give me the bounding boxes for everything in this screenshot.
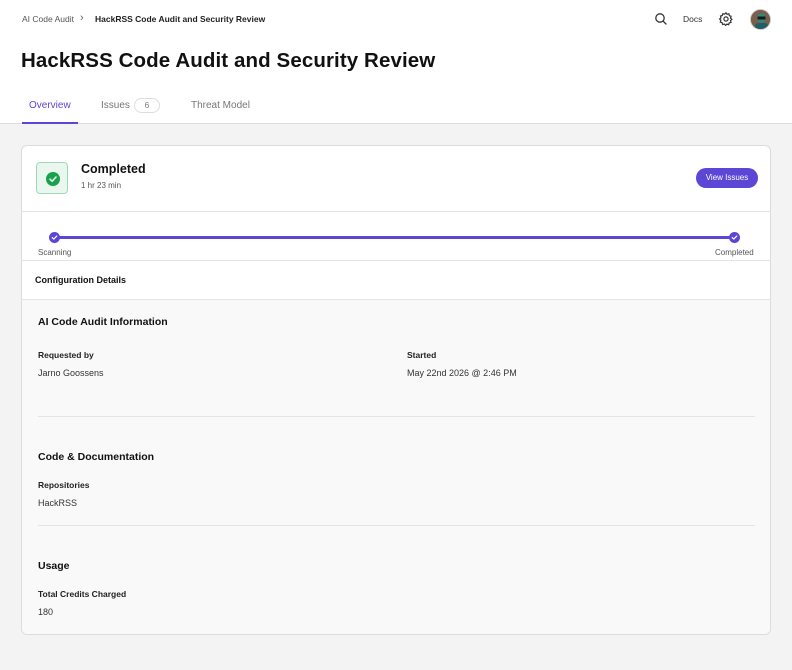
section-divider (38, 416, 755, 417)
status-icon-box (36, 162, 68, 194)
audit-status-card: Completed 1 hr 23 min View Issues Scanni… (21, 145, 771, 635)
docs-link[interactable]: Docs (683, 14, 702, 24)
progress-end-label: Completed (715, 248, 754, 257)
tab-overview[interactable]: Overview (29, 100, 71, 111)
progress-step-check-icon (729, 232, 740, 243)
credits-label: Total Credits Charged (38, 589, 127, 599)
status-title: Completed (81, 162, 146, 176)
check-circle-icon (46, 172, 60, 186)
top-bar: AI Code Audit › HackRSS Code Audit and S… (0, 0, 792, 38)
requested-by-label: Requested by (38, 350, 94, 360)
audit-info-title: AI Code Audit Information (38, 316, 168, 328)
search-icon[interactable] (653, 11, 669, 27)
header-region: AI Code Audit › HackRSS Code Audit and S… (0, 0, 792, 124)
configuration-details-title[interactable]: Configuration Details (35, 275, 126, 285)
code-docs-title: Code & Documentation (38, 451, 155, 463)
repositories-label: Repositories (38, 480, 90, 490)
divider (22, 211, 770, 212)
requested-by-value: Jarno Goossens (38, 368, 104, 378)
tab-bar: Overview Issues 6 Threat Model (0, 96, 792, 124)
divider (22, 260, 770, 261)
avatar[interactable] (750, 9, 771, 30)
gear-icon[interactable] (718, 11, 734, 27)
section-divider (38, 525, 755, 526)
breadcrumb-parent[interactable]: AI Code Audit (22, 14, 74, 24)
progress-start-label: Scanning (38, 248, 72, 257)
issues-count-badge: 6 (134, 98, 160, 113)
progress-track (55, 236, 735, 239)
usage-title: Usage (38, 560, 70, 572)
breadcrumb-separator: › (80, 12, 84, 24)
started-value: May 22nd 2026 @ 2:46 PM (407, 368, 517, 378)
page-title: HackRSS Code Audit and Security Review (21, 49, 436, 72)
configuration-details-panel: AI Code Audit Information Requested by J… (22, 300, 770, 634)
progress-step-check-icon (49, 232, 60, 243)
tab-issues[interactable]: Issues (101, 100, 130, 111)
view-issues-button[interactable]: View Issues (696, 168, 758, 188)
started-label: Started (407, 350, 437, 360)
status-duration: 1 hr 23 min (81, 181, 122, 190)
credits-value: 180 (38, 607, 54, 617)
repositories-value: HackRSS (38, 498, 78, 508)
tab-threat-model[interactable]: Threat Model (191, 100, 250, 111)
active-tab-indicator (22, 122, 78, 124)
breadcrumb-current: HackRSS Code Audit and Security Review (95, 14, 266, 24)
